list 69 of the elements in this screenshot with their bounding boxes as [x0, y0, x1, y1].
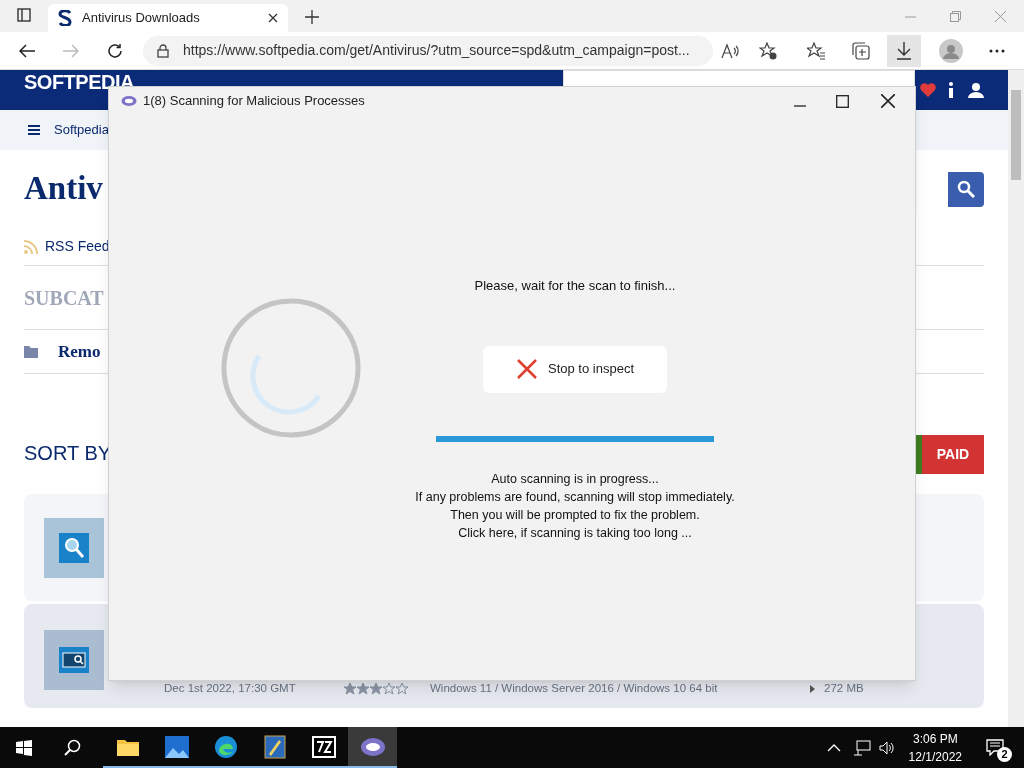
info-text[interactable]: Click here, if scanning is taking too long ...: [458, 523, 692, 542]
scrollbar-thumb[interactable]: [1011, 90, 1021, 180]
info-text: Then you will be prompted to fix the problem.: [450, 506, 700, 524]
close-icon[interactable]: [881, 94, 895, 108]
search-icon[interactable]: [64, 739, 81, 756]
favorite-add-icon[interactable]: [759, 41, 777, 60]
collections-icon[interactable]: [852, 41, 870, 60]
maximize-icon[interactable]: [836, 94, 849, 108]
taskbar-app[interactable]: [348, 727, 397, 768]
browser-tab[interactable]: Antivirus Downloads: [48, 4, 288, 32]
pencil-window-icon: [263, 734, 286, 759]
clock-date[interactable]: 12/1/2022: [908, 747, 962, 766]
start-icon[interactable]: [16, 739, 32, 756]
nav-link[interactable]: Softpedia: [54, 120, 109, 140]
tab-actions-icon[interactable]: [17, 8, 31, 22]
close-icon[interactable]: [268, 13, 278, 23]
notification-badge: 2: [997, 746, 1012, 762]
new-tab-icon[interactable]: [305, 10, 319, 24]
page-heading: Antiv: [24, 169, 103, 209]
user-icon[interactable]: [968, 82, 984, 98]
app-icon: [121, 95, 137, 107]
chevron-up-icon[interactable]: [826, 743, 841, 752]
rss-icon: [24, 239, 38, 254]
refresh-icon[interactable]: [107, 42, 123, 59]
info-icon[interactable]: [948, 82, 954, 98]
notification-icon[interactable]: [986, 739, 1004, 756]
volume-icon[interactable]: [878, 740, 895, 755]
archive-app-icon: [311, 735, 336, 758]
back-icon[interactable]: [19, 43, 35, 58]
info-text: If any problems are found, scanning will stop immediately.: [415, 488, 735, 506]
star-filled-icon: [357, 683, 369, 695]
sort-heading: SORT BY: [24, 441, 112, 466]
caret-icon: [810, 685, 815, 693]
menu-icon[interactable]: [28, 125, 40, 135]
stop-button[interactable]: Stop to inspect: [483, 345, 667, 393]
more-icon[interactable]: [989, 48, 1005, 53]
network-icon[interactable]: [852, 739, 871, 756]
cross-icon: [516, 359, 538, 379]
file-size: 272 MB: [824, 681, 864, 697]
dialog-title: 1(8) Scanning for Malicious Processes: [143, 92, 365, 111]
mountain-image-icon: [164, 735, 189, 758]
search-button[interactable]: [948, 171, 984, 207]
window-search-icon: [59, 647, 89, 673]
subcategory-link[interactable]: Remo: [58, 338, 101, 365]
status-message: Please, wait for the scan to finish...: [474, 277, 676, 295]
lock-icon: [157, 43, 169, 58]
clock-time[interactable]: 3:06 PM: [912, 729, 958, 748]
magnifier-icon: [59, 532, 89, 563]
release-date: Dec 1st 2022, 17:30 GMT: [164, 681, 297, 697]
folder-icon: [24, 345, 38, 358]
read-aloud-icon[interactable]: [721, 42, 739, 59]
section-heading: SUBCAT: [24, 285, 104, 311]
filter-tab[interactable]: PAID: [922, 435, 984, 474]
star-filled-icon: [370, 683, 382, 695]
heart-icon[interactable]: [920, 83, 936, 97]
star-empty-icon: [396, 683, 408, 695]
shield-app-icon: [359, 735, 386, 758]
info-text: Auto scanning is in progress...: [491, 470, 659, 488]
tab-title: Antivirus Downloads: [82, 9, 201, 28]
star-filled-icon: [344, 683, 356, 695]
search-icon: [957, 180, 975, 198]
favorites-icon[interactable]: [807, 41, 825, 60]
swirl-icon: [213, 734, 238, 759]
profile-avatar-icon[interactable]: [939, 38, 963, 63]
address-field[interactable]: https://www.softpedia.com/get/Antivirus/?utm_source=spd&utm_campaign=post...: [143, 35, 713, 66]
platform-text: Windows 11 / Windows Server 2016 / Windows 10 64 bit: [430, 681, 719, 697]
site-logo-icon: [58, 10, 72, 26]
download-icon: [896, 41, 912, 60]
downloads-button[interactable]: [887, 34, 921, 67]
